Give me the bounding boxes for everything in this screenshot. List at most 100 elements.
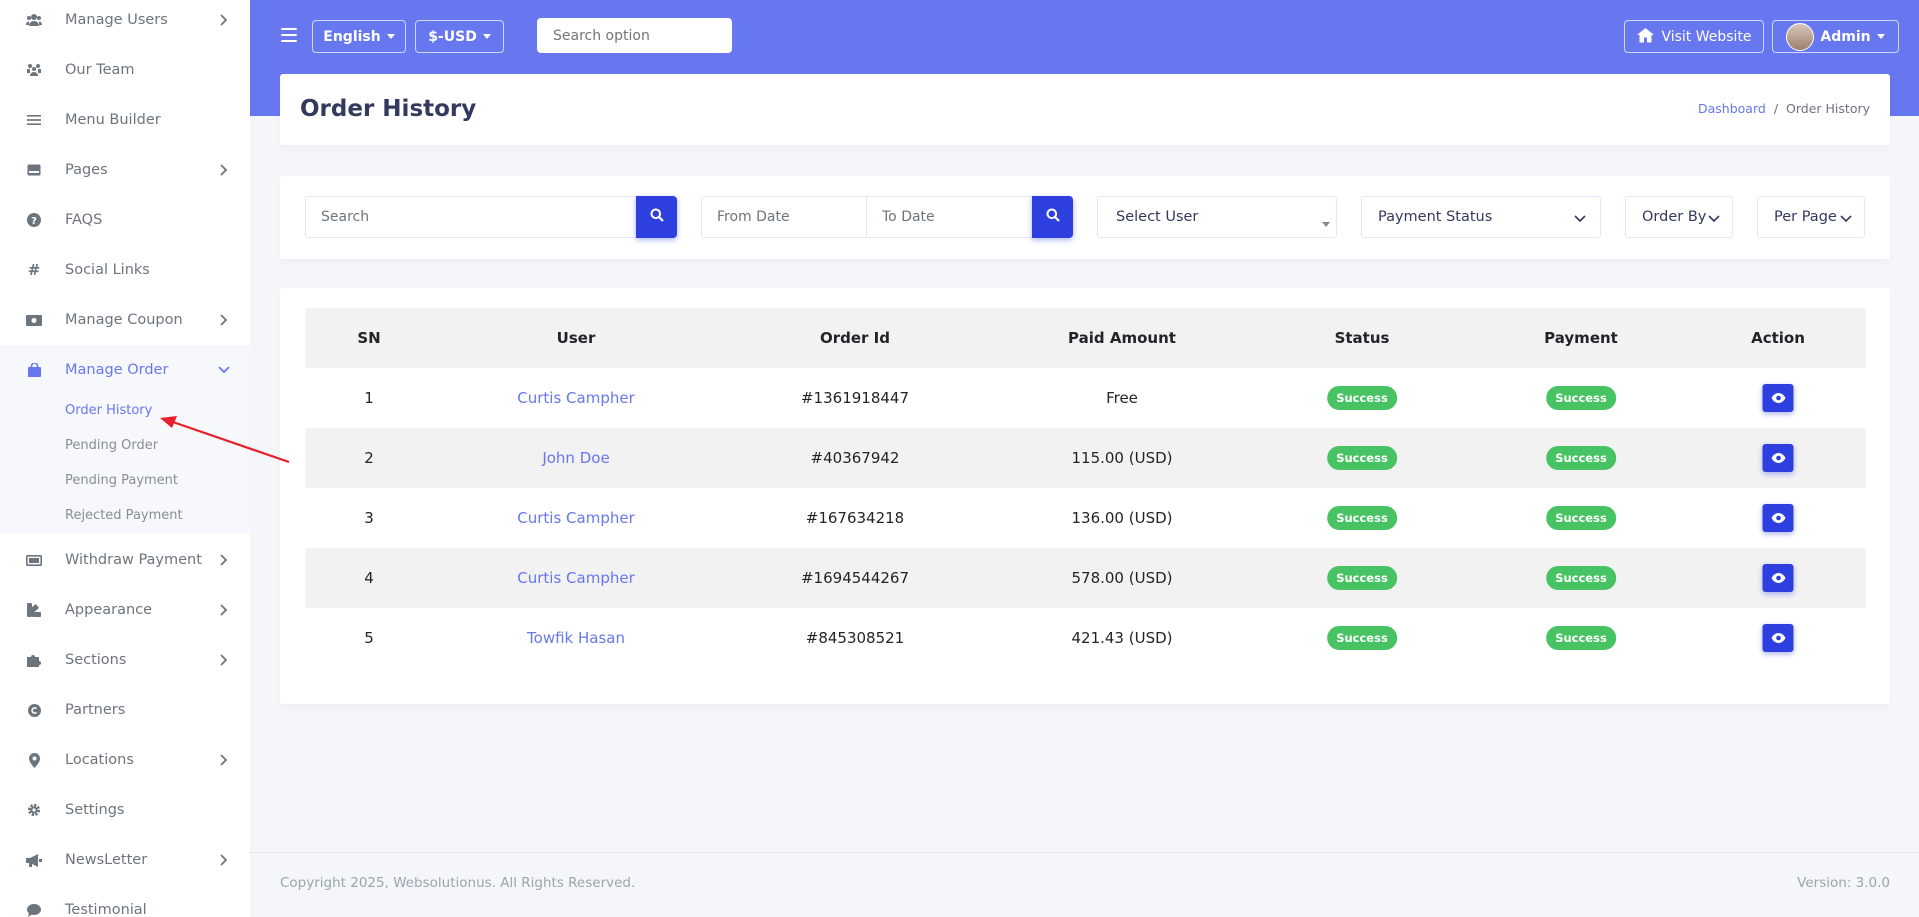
sidebar-item-label: Appearance	[65, 602, 153, 618]
sidebar-item-manage-users[interactable]: Manage Users	[0, 0, 250, 45]
view-button[interactable]	[1762, 384, 1794, 412]
footer-copyright: Copyright 2025, Websolutionus. All Right…	[280, 875, 636, 891]
visit-website-button[interactable]: Visit Website	[1624, 20, 1764, 53]
row-action	[1762, 488, 1794, 548]
select-user-label: Select User	[1116, 209, 1199, 225]
home-icon	[1636, 27, 1655, 47]
submenu-item-order-history[interactable]: Order History	[65, 403, 152, 418]
table-row: 5 Towfik Hasan #845308521 421.43 (USD) S…	[305, 608, 1866, 668]
column-header-paid-amount: Paid Amount	[1068, 329, 1176, 347]
page-title: Order History	[300, 96, 477, 122]
sidebar-item-label: Menu Builder	[65, 112, 161, 128]
footer-divider	[250, 852, 1919, 853]
row-paid-amount: 115.00 (USD)	[1071, 449, 1173, 467]
table-row: 3 Curtis Campher #167634218 136.00 (USD)…	[305, 488, 1866, 548]
sidebar-item-manage-order[interactable]: Manage Order	[0, 345, 250, 395]
chevron-right-icon	[218, 854, 230, 866]
row-sn: 5	[364, 629, 374, 647]
row-sn: 4	[364, 569, 374, 587]
payment-status-dropdown[interactable]: Payment Status	[1361, 196, 1601, 238]
row-order-id: #845308521	[805, 629, 905, 647]
row-order-id: #1361918447	[800, 389, 910, 407]
team-icon	[26, 62, 42, 78]
row-action	[1762, 368, 1794, 428]
row-user-link[interactable]: Curtis Campher	[517, 368, 634, 428]
order-by-dropdown[interactable]: Order By	[1625, 196, 1733, 238]
row-status: Success	[1327, 608, 1397, 668]
chevron-right-icon	[218, 14, 230, 26]
view-button[interactable]	[1762, 504, 1794, 532]
row-user-link[interactable]: Curtis Campher	[517, 548, 634, 608]
sidebar-item-our-team[interactable]: Our Team	[0, 45, 250, 95]
row-status: Success	[1327, 428, 1397, 488]
submenu-item-pending-order[interactable]: Pending Order	[65, 438, 158, 453]
bars-icon	[26, 112, 42, 128]
admin-dropdown[interactable]: Admin	[1772, 20, 1899, 53]
sidebar-item-label: Withdraw Payment	[65, 552, 202, 568]
eye-icon	[1771, 389, 1785, 407]
eye-icon	[1771, 449, 1785, 467]
sidebar-item-pages[interactable]: Pages	[0, 145, 250, 195]
row-payment: Success	[1546, 368, 1616, 428]
view-button[interactable]	[1762, 624, 1794, 652]
row-status: Success	[1327, 488, 1397, 548]
sidebar-item-appearance[interactable]: Appearance	[0, 585, 250, 635]
sidebar-item-label: Sections	[65, 652, 127, 668]
sidebar-item-partners[interactable]: Partners	[0, 685, 250, 735]
breadcrumb-dashboard-link[interactable]: Dashboard	[1698, 101, 1766, 116]
sidebar-item-testimonial[interactable]: Testimonial	[0, 885, 250, 917]
caret-down-icon	[1876, 34, 1885, 39]
submenu-item-rejected-payment[interactable]: Rejected Payment	[65, 508, 183, 523]
sidebar-item-manage-coupon[interactable]: Manage Coupon	[0, 295, 250, 345]
sidebar-item-locations[interactable]: Locations	[0, 735, 250, 785]
page-header-card	[280, 74, 1890, 145]
date-search-button[interactable]	[1032, 196, 1073, 238]
sidebar-item-settings[interactable]: Settings	[0, 785, 250, 835]
row-sn: 1	[364, 389, 374, 407]
to-date-input[interactable]: To Date	[866, 196, 1033, 238]
chevron-down-icon	[1574, 211, 1586, 227]
status-badge: Success	[1327, 386, 1397, 410]
row-user-link[interactable]: Curtis Campher	[517, 488, 634, 548]
chevron-right-icon	[218, 604, 230, 616]
search-icon	[650, 208, 664, 226]
row-sn: 2	[364, 449, 374, 467]
chevron-down-icon	[1840, 211, 1852, 227]
sidebar-item-newsletter[interactable]: NewsLetter	[0, 835, 250, 885]
table-row: 1 Curtis Campher #1361918447 Free Succes…	[305, 368, 1866, 428]
from-date-input[interactable]: From Date	[701, 196, 867, 238]
select-user-dropdown[interactable]: Select User	[1097, 196, 1337, 238]
currency-dropdown[interactable]: $-USD	[415, 20, 504, 53]
chevron-right-icon	[218, 654, 230, 666]
row-order-id: #167634218	[805, 509, 905, 527]
search-option-input[interactable]	[537, 18, 732, 53]
sidebar-item-sections[interactable]: Sections	[0, 635, 250, 685]
view-button[interactable]	[1762, 444, 1794, 472]
row-user-link[interactable]: John Doe	[542, 428, 609, 488]
row-status: Success	[1327, 548, 1397, 608]
hamburger-menu-icon[interactable]	[281, 26, 297, 44]
payment-badge: Success	[1546, 626, 1616, 650]
per-page-dropdown[interactable]: Per Page	[1757, 196, 1865, 238]
sidebar-item-label: Locations	[65, 752, 134, 768]
table-header: SN User Order Id Paid Amount Status Paym…	[305, 308, 1866, 368]
row-paid-amount: 421.43 (USD)	[1071, 629, 1173, 647]
row-user-link[interactable]: Towfik Hasan	[527, 608, 625, 668]
sidebar-item-faqs[interactable]: ? FAQS	[0, 195, 250, 245]
search-button[interactable]	[636, 196, 677, 238]
users-icon	[26, 12, 42, 28]
sidebar-item-social-links[interactable]: # Social Links	[0, 245, 250, 295]
column-header-sn: SN	[357, 329, 381, 347]
language-dropdown[interactable]: English	[312, 20, 406, 53]
row-paid-amount: 136.00 (USD)	[1071, 509, 1173, 527]
sidebar-item-withdraw-payment[interactable]: Withdraw Payment	[0, 535, 250, 585]
view-button[interactable]	[1762, 564, 1794, 592]
column-header-payment: Payment	[1544, 329, 1618, 347]
row-action	[1762, 548, 1794, 608]
payment-badge: Success	[1546, 566, 1616, 590]
search-input[interactable]: Search	[305, 196, 637, 238]
bullhorn-icon	[26, 852, 42, 868]
sidebar-item-menu-builder[interactable]: Menu Builder	[0, 95, 250, 145]
row-status: Success	[1327, 368, 1397, 428]
submenu-item-pending-payment[interactable]: Pending Payment	[65, 473, 178, 488]
